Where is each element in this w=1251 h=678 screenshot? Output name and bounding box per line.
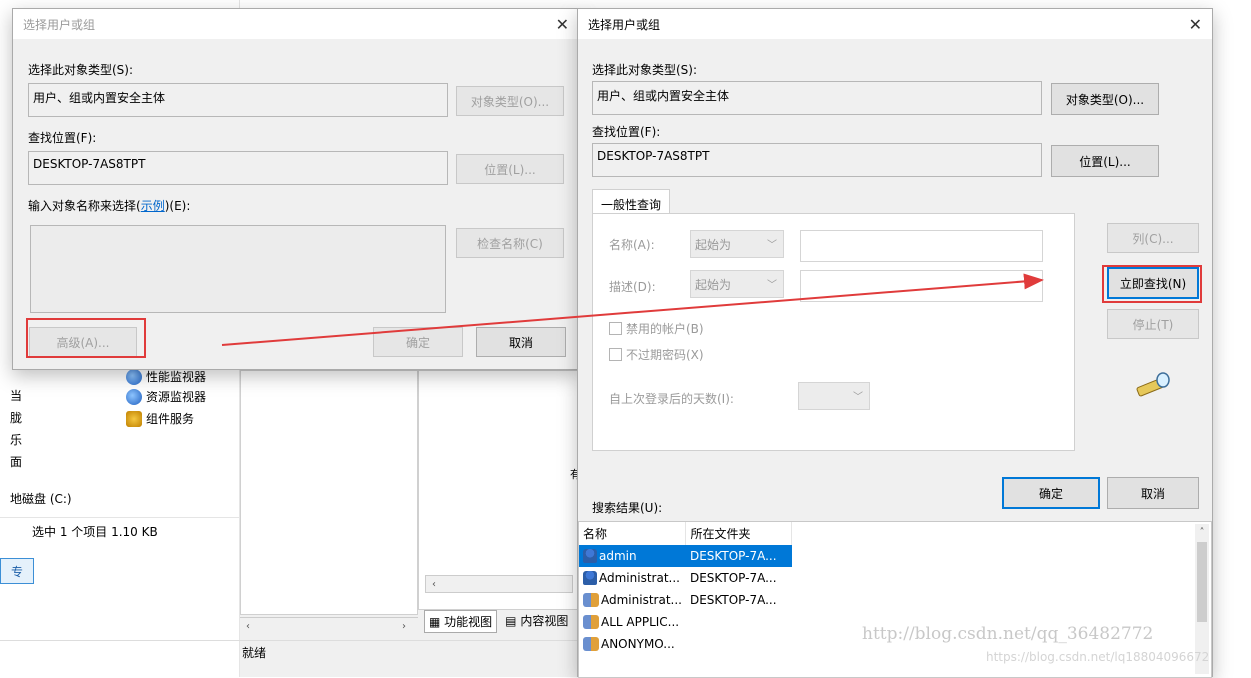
examples-link[interactable]: 示例	[141, 199, 165, 213]
location-field: DESKTOP-7AS8TPT	[28, 151, 448, 185]
table-row[interactable]: ALL APPLIC...	[579, 611, 792, 633]
scroll-left-icon[interactable]: ‹	[426, 576, 442, 592]
close-icon[interactable]: ✕	[1189, 15, 1202, 34]
table-row[interactable]: admin DESKTOP-7A...	[579, 545, 792, 567]
mmc-status: 就绪	[242, 646, 267, 660]
enter-object-names-label: 输入对象名称来选择(示例)(E):	[28, 199, 191, 213]
name-input[interactable]	[800, 230, 1043, 262]
mmc-pane-left	[240, 370, 418, 615]
description-label: 描述(D):	[609, 280, 656, 294]
select-users-dialog-inactive: 选择用户或组 ✕ 选择此对象类型(S): 用户、组或内置安全主体 对象类型(O)…	[12, 8, 580, 370]
user-icon	[583, 571, 597, 586]
tree-item[interactable]: 组件服务	[126, 410, 194, 427]
location-label: 查找位置(F):	[592, 125, 661, 139]
columns-button[interactable]: 列(C)...	[1107, 223, 1199, 253]
explorer-status: 选中 1 个项目 1.10 KB	[32, 525, 158, 539]
dialog-titlebar: 选择用户或组 ✕	[578, 9, 1212, 39]
chevron-down-icon: ﹀	[767, 240, 777, 251]
results-header-row: 名称 所在文件夹	[579, 522, 793, 545]
search-results-label: 搜索结果(U):	[592, 501, 663, 515]
tree-scrollbar[interactable]: ‹ ›	[240, 617, 418, 635]
mmc-pane-right	[418, 370, 586, 610]
drive-label[interactable]: 地磁盘 (C:)	[10, 490, 72, 507]
mmc-tree: 性能监视器 资源监视器 组件服务	[92, 366, 238, 516]
column-header-folder[interactable]: 所在文件夹	[685, 522, 793, 545]
common-queries-pane: 名称(A): 起始为 ﹀ 描述(D): 起始为 ﹀ 禁用的帐户(B) 不过期密码(X…	[592, 213, 1075, 451]
highlight-advanced-button	[26, 318, 146, 358]
group-icon	[583, 593, 599, 608]
name-label: 名称(A):	[609, 238, 655, 252]
user-icon	[583, 549, 597, 564]
object-type-label: 选择此对象类型(S):	[592, 63, 698, 77]
scroll-up-icon[interactable]: ˄	[1195, 524, 1209, 540]
ok-button[interactable]: 确定	[373, 327, 463, 357]
blue-tab-button[interactable]: 专	[0, 558, 34, 584]
column-header-name[interactable]: 名称	[579, 522, 687, 545]
tab-content-view[interactable]: ▤ 内容视图	[501, 610, 572, 633]
days-since-logon-label: 自上次登录后的天数(I):	[609, 392, 734, 406]
table-row[interactable]: Administrat... DESKTOP-7A...	[579, 589, 792, 611]
select-users-dialog-advanced: 选择用户或组 ✕ 选择此对象类型(S): 用户、组或内置安全主体 对象类型(O)…	[577, 8, 1213, 678]
chevron-down-icon: ﹀	[767, 280, 777, 291]
highlight-find-now-button	[1102, 265, 1202, 303]
sidebar-letter: 当	[10, 389, 23, 403]
non-expiring-password-checkbox[interactable]: 不过期密码(X)	[609, 346, 704, 363]
disabled-accounts-checkbox[interactable]: 禁用的帐户(B)	[609, 320, 704, 337]
dialog-title: 选择用户或组	[588, 17, 661, 32]
close-icon[interactable]: ✕	[556, 15, 569, 34]
mmc-view-tabs: ▦ 功能视图 ▤ 内容视图	[424, 610, 572, 633]
watermark-url: http://blog.csdn.net/qq_36482772	[862, 624, 1154, 644]
location-field: DESKTOP-7AS8TPT	[592, 143, 1042, 177]
explorer-sidebar: 当 胧 乐 面	[10, 385, 22, 473]
horizontal-scrollbar[interactable]: ‹	[425, 575, 573, 593]
location-label: 查找位置(F):	[28, 131, 97, 145]
object-names-textarea[interactable]	[30, 225, 446, 313]
description-match-combo[interactable]: 起始为 ﹀	[690, 270, 784, 298]
description-input[interactable]	[800, 270, 1043, 302]
scrollbar-thumb[interactable]	[1197, 542, 1207, 622]
cancel-button[interactable]: 取消	[476, 327, 566, 357]
tree-item[interactable]: 性能监视器	[126, 368, 206, 385]
tree-item[interactable]: 资源监视器	[126, 388, 206, 405]
performance-monitor-icon	[126, 368, 142, 385]
table-row[interactable]: ANONYMO...	[579, 633, 792, 655]
checkbox-icon	[609, 322, 622, 335]
locations-button[interactable]: 位置(L)...	[1051, 145, 1159, 177]
search-flashlight-icon	[1136, 372, 1170, 397]
sidebar-letter: 乐	[10, 433, 23, 447]
scroll-left-icon[interactable]: ‹	[240, 618, 256, 634]
days-since-logon-combo[interactable]: ﹀	[798, 382, 870, 410]
object-types-button[interactable]: 对象类型(O)...	[456, 86, 564, 116]
tab-function-view[interactable]: ▦ 功能视图	[424, 610, 498, 633]
object-type-field: 用户、组或内置安全主体	[592, 81, 1042, 115]
component-services-icon	[126, 410, 142, 427]
cancel-button[interactable]: 取消	[1107, 477, 1199, 509]
name-match-combo[interactable]: 起始为 ﹀	[690, 230, 784, 258]
sidebar-letter: 面	[10, 455, 23, 469]
sidebar-letter: 胧	[10, 411, 23, 425]
object-type-field: 用户、组或内置安全主体	[28, 83, 448, 117]
dialog-title: 选择用户或组	[23, 17, 96, 32]
scroll-right-icon[interactable]: ›	[396, 618, 412, 634]
check-names-button[interactable]: 检查名称(C)	[456, 228, 564, 258]
chevron-down-icon: ﹀	[853, 392, 863, 403]
checkbox-icon	[609, 348, 622, 361]
group-icon	[583, 637, 599, 652]
resource-monitor-icon	[126, 388, 142, 405]
stop-button[interactable]: 停止(T)	[1107, 309, 1199, 339]
object-type-label: 选择此对象类型(S):	[28, 63, 134, 77]
dialog-titlebar: 选择用户或组 ✕	[13, 9, 579, 39]
watermark-url-secondary: https://blog.csdn.net/lq18804096672	[986, 650, 1210, 664]
object-types-button[interactable]: 对象类型(O)...	[1051, 83, 1159, 115]
ok-button[interactable]: 确定	[1002, 477, 1100, 509]
locations-button[interactable]: 位置(L)...	[456, 154, 564, 184]
table-row[interactable]: Administrat... DESKTOP-7A...	[579, 567, 792, 589]
group-icon	[583, 615, 599, 630]
